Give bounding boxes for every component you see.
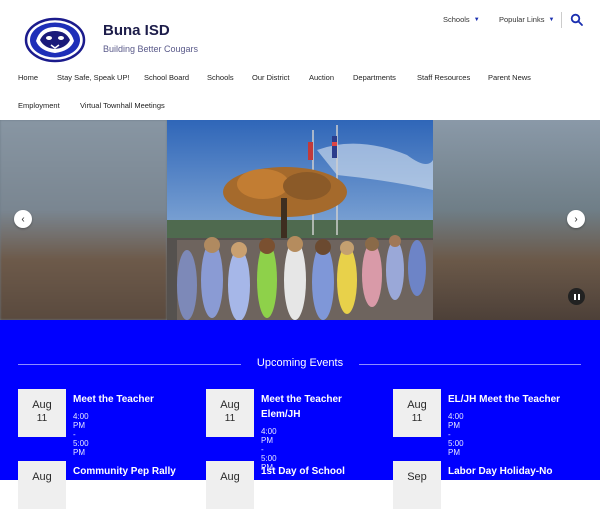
nav-parent-news[interactable]: Parent News — [488, 73, 531, 82]
nav-schools[interactable]: Schools — [207, 73, 234, 82]
site-name[interactable]: Buna ISD — [103, 22, 170, 39]
slider-next-button[interactable]: › — [567, 210, 585, 228]
nav-home[interactable]: Home — [18, 73, 38, 82]
event-month: Aug — [407, 399, 427, 411]
event-day: 11 — [36, 413, 48, 424]
events-divider-right — [359, 364, 581, 365]
event-title[interactable]: Labor Day Holiday-No — [448, 464, 598, 479]
event-month: Sep — [407, 471, 427, 483]
chevron-down-icon: ▼ — [473, 16, 480, 23]
nav-stay-safe[interactable]: Stay Safe, Speak UP! — [57, 73, 130, 82]
event-month: Aug — [220, 399, 240, 411]
event-date: Sep — [393, 461, 441, 509]
nav-school-board[interactable]: School Board — [144, 73, 189, 82]
event-date: Aug 11 — [393, 389, 441, 437]
upcoming-events-section: Upcoming Events Aug 11 Meet the Teacher … — [0, 320, 600, 509]
event-month: Aug — [220, 471, 240, 483]
chevron-down-icon: ▼ — [548, 16, 555, 23]
event-date: Aug 11 — [18, 389, 66, 437]
schools-dropdown[interactable]: Schools ▼ — [443, 15, 480, 24]
event-date: Aug — [18, 461, 66, 509]
hero-slider: ‹ › — [0, 120, 600, 320]
pause-icon — [573, 293, 576, 300]
popular-links-dropdown[interactable]: Popular Links ▼ — [499, 15, 554, 24]
chevron-left-icon: ‹ — [21, 213, 25, 225]
event-month: Aug — [32, 471, 52, 483]
search-icon[interactable] — [570, 13, 584, 27]
nav-staff-resources[interactable]: Staff Resources — [417, 73, 470, 82]
nav-departments[interactable]: Departments — [353, 73, 396, 82]
nav-auction[interactable]: Auction — [309, 73, 334, 82]
hero-photo — [167, 120, 433, 320]
slider-pause-button[interactable] — [568, 288, 585, 305]
nav-our-district[interactable]: Our District — [252, 73, 290, 82]
event-time: 4:00 PM - 5:00 PM — [448, 412, 464, 457]
event-time: 4:00 PM - 5:00 PM — [73, 412, 89, 457]
utility-divider — [561, 12, 562, 28]
events-heading: Upcoming Events — [256, 357, 344, 369]
event-title[interactable]: Community Pep Rally — [73, 464, 203, 479]
event-month: Aug — [32, 399, 52, 411]
popular-links-dropdown-label: Popular Links — [499, 15, 545, 24]
event-title[interactable]: Meet the Teacher Elem/JH — [261, 392, 371, 422]
schools-dropdown-label: Schools — [443, 15, 470, 24]
nav-virtual-townhall[interactable]: Virtual Townhall Meetings — [80, 101, 165, 110]
event-title[interactable]: 1st Day of School — [261, 464, 391, 479]
slider-prev-button[interactable]: ‹ — [14, 210, 32, 228]
chevron-right-icon: › — [574, 213, 578, 225]
event-title[interactable]: Meet the Teacher — [73, 392, 203, 407]
event-day: 11 — [411, 413, 423, 424]
event-title[interactable]: EL/JH Meet the Teacher — [448, 392, 598, 407]
event-day: 11 — [224, 413, 236, 424]
site-header: Buna ISD Building Better Cougars Schools… — [0, 0, 600, 120]
site-tagline: Building Better Cougars — [103, 44, 199, 54]
cougar-logo-icon[interactable] — [24, 17, 86, 63]
nav-employment[interactable]: Employment — [18, 101, 60, 110]
event-date: Aug — [206, 461, 254, 509]
pause-icon-bar — [577, 293, 580, 300]
event-date: Aug 11 — [206, 389, 254, 437]
